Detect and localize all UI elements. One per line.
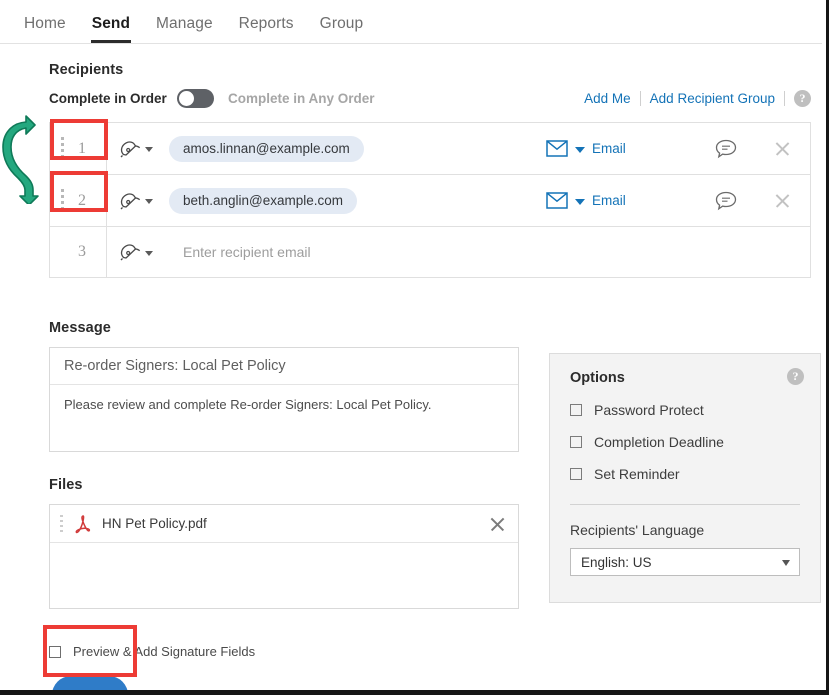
nav-tab-manage[interactable]: Manage	[143, 15, 226, 43]
files-section-title: Files	[49, 477, 83, 493]
message-box: Re-order Signers: Local Pet Policy Pleas…	[49, 347, 519, 452]
option-password-protect[interactable]: Password Protect	[570, 402, 800, 418]
chevron-down-icon	[782, 560, 790, 566]
send-button[interactable]: Send	[52, 676, 128, 690]
recipient-row[interactable]: 1 amos.linnan@example.com Email	[49, 122, 811, 174]
recipient-order-number: 1	[78, 139, 86, 157]
recipient-email-chip[interactable]: amos.linnan@example.com	[169, 135, 364, 162]
chevron-down-icon	[144, 250, 153, 256]
nav-tab-home[interactable]: Home	[11, 15, 79, 43]
preview-add-signature-fields-option[interactable]: Preview & Add Signature Fields	[49, 644, 255, 659]
options-divider	[570, 504, 800, 505]
files-box: HN Pet Policy.pdf	[49, 504, 519, 609]
recipient-row-empty[interactable]: 3 Enter recipient email	[49, 226, 811, 278]
nav-tab-send[interactable]: Send	[79, 15, 143, 43]
complete-in-any-order-label: Complete in Any Order	[228, 91, 375, 106]
recipient-role-selector[interactable]	[107, 123, 163, 174]
drag-handle-icon[interactable]	[60, 514, 63, 533]
option-label: Completion Deadline	[594, 434, 724, 450]
recipients-language-label: Recipients' Language	[570, 522, 705, 538]
option-completion-deadline[interactable]: Completion Deadline	[570, 434, 800, 450]
file-name-label: HN Pet Policy.pdf	[102, 516, 207, 531]
close-icon	[489, 515, 506, 532]
message-body-input[interactable]: Please review and complete Re-order Sign…	[50, 385, 518, 426]
completion-order-row: Complete in Order Complete in Any Order …	[49, 88, 811, 114]
chevron-down-icon	[575, 198, 585, 205]
envelope-icon	[546, 140, 568, 157]
recipient-email-chip[interactable]: beth.anglin@example.com	[169, 187, 358, 214]
recipients-language-value: English: US	[581, 554, 652, 570]
recipient-order-cell[interactable]: 1	[50, 123, 107, 174]
recipient-email-input[interactable]: Enter recipient email	[169, 244, 311, 260]
recipient-order-cell: 3	[50, 227, 107, 277]
envelope-icon	[546, 192, 568, 209]
checkbox[interactable]	[570, 436, 582, 448]
chevron-down-icon	[144, 199, 153, 204]
recipients-section-title: Recipients	[49, 62, 124, 78]
application-window: Home Send Manage Reports Group Recipient…	[0, 0, 829, 695]
link-divider	[639, 91, 641, 106]
complete-in-order-label: Complete in Order	[49, 91, 167, 106]
drag-handle-icon[interactable]	[61, 136, 64, 161]
delivery-method-label: Email	[592, 141, 626, 156]
chevron-down-icon	[144, 147, 153, 152]
send-form: Recipients Complete in Order Complete in…	[0, 44, 822, 690]
checkbox[interactable]	[570, 404, 582, 416]
preview-label: Preview & Add Signature Fields	[73, 644, 256, 659]
pdf-icon	[75, 514, 91, 533]
chevron-down-icon	[575, 146, 585, 153]
recipient-order-number: 3	[78, 243, 86, 260]
add-recipient-group-link[interactable]: Add Recipient Group	[650, 91, 775, 106]
pen-nib-icon	[120, 140, 140, 157]
recipient-delivery-method[interactable]: Email	[546, 175, 698, 226]
recipient-private-message-button[interactable]	[698, 123, 754, 174]
close-icon	[774, 192, 791, 209]
link-divider-2	[784, 91, 785, 106]
checkbox[interactable]	[570, 468, 582, 480]
recipient-order-cell[interactable]: 2	[50, 175, 107, 226]
speech-bubble-icon	[715, 191, 737, 210]
pen-nib-icon	[120, 192, 140, 209]
add-me-link[interactable]: Add Me	[584, 91, 631, 106]
message-section-title: Message	[49, 320, 111, 336]
main-navigation: Home Send Manage Reports Group	[0, 0, 822, 44]
completion-order-toggle[interactable]	[177, 89, 214, 108]
recipient-remove-button[interactable]	[754, 123, 810, 174]
option-label: Set Reminder	[594, 466, 680, 482]
speech-bubble-icon	[715, 139, 737, 158]
pen-nib-icon	[120, 244, 140, 261]
recipient-role-selector[interactable]	[107, 227, 163, 277]
recipient-row[interactable]: 2 beth.anglin@example.com Email	[49, 174, 811, 226]
file-list-item[interactable]: HN Pet Policy.pdf	[50, 505, 518, 543]
recipient-list: 1 amos.linnan@example.com Email 2 beth.a…	[49, 122, 811, 278]
recipients-language-select[interactable]: English: US	[570, 548, 800, 576]
option-set-reminder[interactable]: Set Reminder	[570, 466, 800, 482]
nav-tab-group[interactable]: Group	[307, 15, 377, 43]
checkbox[interactable]	[49, 645, 61, 658]
drag-handle-icon[interactable]	[61, 188, 64, 213]
toggle-knob	[179, 91, 194, 106]
options-panel: Options ? Password Protect Completion De…	[549, 353, 821, 603]
delivery-method-label: Email	[592, 193, 626, 208]
recipient-role-selector[interactable]	[107, 175, 163, 226]
recipient-email-cell[interactable]: beth.anglin@example.com	[163, 175, 546, 226]
recipient-private-message-button[interactable]	[698, 175, 754, 226]
recipient-email-cell[interactable]: amos.linnan@example.com	[163, 123, 546, 174]
recipients-header-links: Add Me Add Recipient Group ?	[584, 90, 811, 107]
close-icon	[774, 140, 791, 157]
message-subject-input[interactable]: Re-order Signers: Local Pet Policy	[50, 348, 518, 385]
recipient-delivery-method[interactable]: Email	[546, 123, 698, 174]
options-title: Options	[570, 370, 625, 386]
options-help-icon[interactable]: ?	[787, 368, 804, 385]
option-label: Password Protect	[594, 402, 704, 418]
recipient-email-cell[interactable]: Enter recipient email	[163, 227, 810, 277]
nav-tab-reports[interactable]: Reports	[226, 15, 307, 43]
help-icon[interactable]: ?	[794, 90, 811, 107]
file-remove-button[interactable]	[489, 515, 506, 532]
recipient-remove-button[interactable]	[754, 175, 810, 226]
recipient-order-number: 2	[78, 191, 86, 209]
